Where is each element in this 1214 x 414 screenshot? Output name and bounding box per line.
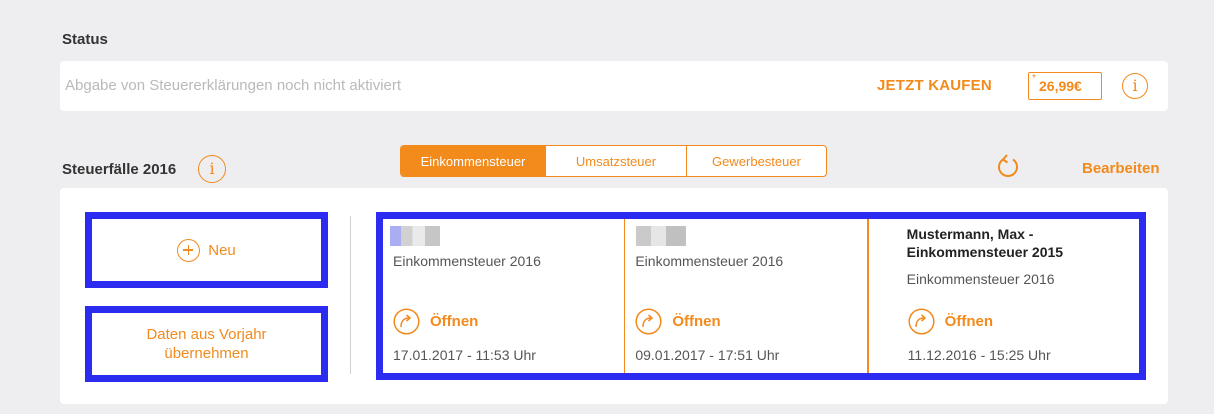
case-type: Einkommensteuer 2016: [393, 253, 541, 269]
case-card[interactable]: Mustermann, Max - Einkommensteuer 2015 E…: [867, 219, 1139, 373]
plus-icon: [177, 238, 201, 262]
open-arrow-icon: [393, 308, 420, 335]
edit-link[interactable]: Bearbeiten: [1082, 160, 1160, 177]
open-label: Öffnen: [430, 313, 479, 330]
case-date: 11.12.2016 - 15:25 Uhr: [907, 347, 1051, 363]
info-icon[interactable]: i: [1122, 73, 1148, 99]
tab-gewerbesteuer[interactable]: Gewerbesteuer: [687, 146, 826, 176]
case-date: 09.01.2017 - 17:51 Uhr: [635, 347, 780, 363]
open-arrow-icon: [908, 308, 935, 335]
import-label-line2: übernehmen: [164, 345, 249, 362]
new-case-button[interactable]: Neu: [85, 212, 328, 288]
open-button[interactable]: Öffnen: [393, 308, 478, 335]
open-label: Öffnen: [672, 313, 721, 330]
refresh-icon[interactable]: [994, 153, 1022, 181]
tax-type-tabs: Einkommensteuer Umsatzsteuer Gewerbesteu…: [400, 145, 827, 177]
redacted-name: [636, 226, 687, 246]
new-case-label: Neu: [208, 241, 236, 259]
open-label: Öffnen: [944, 313, 993, 330]
import-label-line1: Daten aus Vorjahr: [146, 326, 267, 343]
case-title-line2: Einkommensteuer 2015: [906, 244, 1064, 260]
cases-panel: Neu Daten aus Vorjahr übernehmen Einkomm…: [60, 188, 1168, 404]
tab-einkommensteuer[interactable]: Einkommensteuer: [401, 146, 546, 176]
case-date: 17.01.2017 - 11:53 Uhr: [393, 347, 536, 363]
price-value: 26,99€: [1039, 78, 1082, 94]
buy-now-link[interactable]: JETZT KAUFEN: [877, 77, 992, 94]
cases-info-icon[interactable]: i: [198, 155, 226, 183]
case-card[interactable]: Einkommensteuer 2016 Öffnen 17.01.2017 -…: [383, 219, 626, 373]
open-arrow-icon: [635, 308, 662, 335]
case-card[interactable]: Einkommensteuer 2016 Öffnen 09.01.2017 -…: [625, 219, 868, 373]
redacted-name: [390, 226, 440, 246]
import-previous-year-button[interactable]: Daten aus Vorjahr übernehmen: [85, 306, 328, 382]
case-type: Einkommensteuer 2016: [635, 253, 784, 269]
price-marker: *: [1032, 73, 1036, 84]
case-title: Mustermann, Max - Einkommensteuer 2015: [907, 225, 1063, 261]
case-type: Einkommensteuer 2016: [906, 271, 1055, 287]
open-button[interactable]: Öffnen: [908, 308, 993, 335]
divider: [350, 216, 351, 374]
case-cards: Einkommensteuer 2016 Öffnen 17.01.2017 -…: [376, 212, 1146, 380]
open-button[interactable]: Öffnen: [635, 308, 721, 335]
status-message: Abgabe von Steuererklärungen noch nicht …: [65, 77, 402, 94]
status-bar: Abgabe von Steuererklärungen noch nicht …: [60, 61, 1168, 111]
tab-umsatzsteuer[interactable]: Umsatzsteuer: [546, 146, 687, 176]
case-title-line1: Mustermann, Max -: [906, 226, 1034, 242]
status-title: Status: [62, 31, 108, 48]
price-badge[interactable]: * 26,99€: [1028, 72, 1102, 100]
cases-title: Steuerfälle 2016: [62, 161, 177, 178]
